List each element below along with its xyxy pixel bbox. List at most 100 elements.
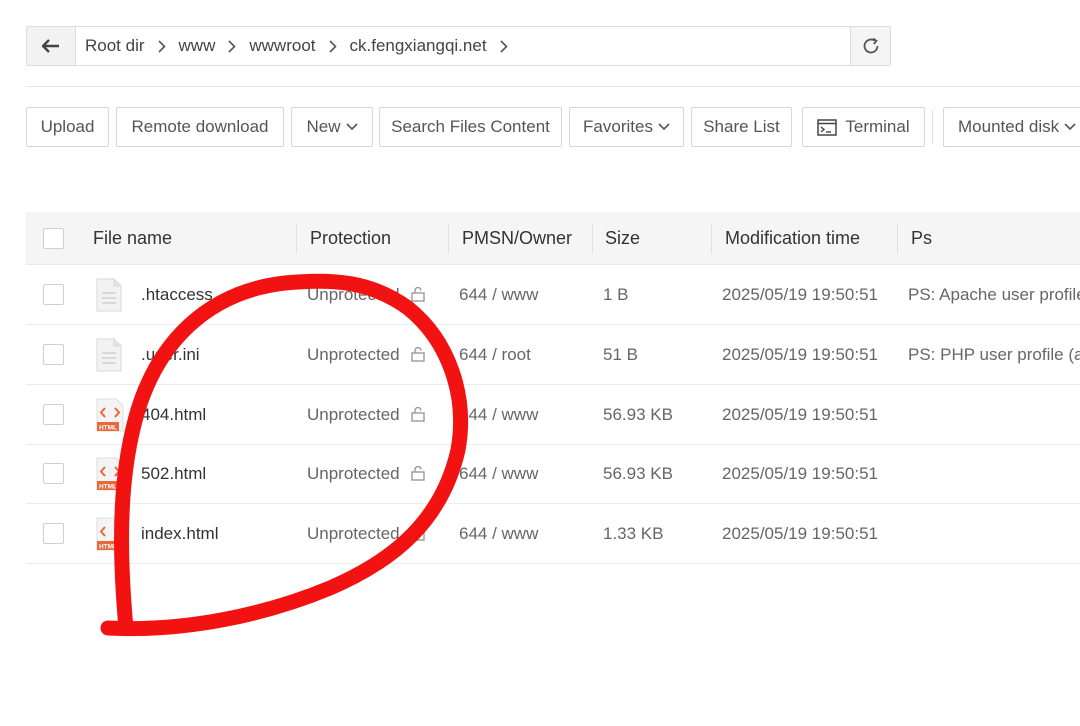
text-file-icon	[96, 325, 122, 384]
protection-status[interactable]: Unprotected	[307, 265, 426, 324]
crumb-wwwroot[interactable]: wwwroot	[248, 36, 316, 56]
file-size: 1 B	[603, 284, 629, 304]
file-name[interactable]: .user.ini	[141, 325, 200, 384]
terminal-button[interactable]: Terminal	[802, 107, 925, 147]
share-list-button[interactable]: Share List	[691, 107, 792, 147]
table-row[interactable]: HTML 502.html Unprotected 644 / www 56.93 KB…	[26, 444, 1080, 504]
file-name[interactable]: 502.html	[141, 444, 206, 503]
column-separator	[897, 224, 898, 254]
protection-label: Unprotected	[307, 344, 400, 364]
terminal-icon	[817, 118, 838, 136]
file-name[interactable]: 404.html	[141, 385, 206, 444]
text-file-icon	[96, 265, 122, 324]
chevron-right-icon	[499, 39, 508, 53]
mounted-disk-dropdown[interactable]: Mounted disk	[943, 107, 1080, 147]
refresh-icon	[863, 37, 878, 54]
unlock-icon	[410, 407, 426, 422]
modification-time: 2025/05/19 19:50:51	[722, 523, 878, 543]
modification-time: 2025/05/19 19:50:51	[722, 344, 878, 364]
path-bar: Root dir www wwwroot ck.fengxiangqi.net	[26, 26, 891, 66]
header-modification-time[interactable]: Modification time	[725, 212, 860, 265]
svg-text:HTML: HTML	[99, 483, 117, 490]
file-size: 56.93 KB	[603, 463, 673, 483]
crumb-root-dir[interactable]: Root dir	[84, 36, 146, 56]
svg-text:HTML: HTML	[99, 543, 117, 550]
chevron-down-icon	[345, 123, 358, 131]
column-separator	[711, 224, 712, 254]
chevron-right-icon	[328, 39, 337, 53]
permission-owner[interactable]: 644 / www	[459, 504, 538, 563]
header-pmsn-owner[interactable]: PMSN/Owner	[462, 212, 572, 265]
header-protection[interactable]: Protection	[310, 212, 391, 265]
crumb-www[interactable]: www	[178, 36, 217, 56]
protection-label: Unprotected	[307, 404, 400, 424]
protection-label: Unprotected	[307, 523, 400, 543]
arrow-left-icon	[42, 39, 59, 53]
row-checkbox[interactable]	[43, 504, 64, 563]
chevron-down-icon	[1064, 123, 1076, 131]
file-size: 56.93 KB	[603, 404, 673, 424]
protection-status[interactable]: Unprotected	[307, 444, 426, 503]
table-row[interactable]: HTML index.html Unprotected 644 / www 1.33 K…	[26, 504, 1080, 564]
unlock-icon	[410, 287, 426, 302]
row-checkbox[interactable]	[43, 444, 64, 503]
header-file-name[interactable]: File name	[93, 212, 172, 265]
row-checkbox[interactable]	[43, 265, 64, 324]
upload-button[interactable]: Upload	[26, 107, 109, 147]
new-label: New	[306, 117, 341, 136]
refresh-button[interactable]	[850, 27, 890, 65]
back-button[interactable]	[27, 27, 76, 65]
chevron-down-icon	[658, 123, 670, 131]
table-row[interactable]: .user.ini Unprotected 644 / root 51 B 2025/0…	[26, 325, 1080, 385]
crumb-site[interactable]: ck.fengxiangqi.net	[349, 36, 488, 56]
toolbar-separator	[932, 110, 933, 144]
select-all-checkbox[interactable]	[43, 212, 64, 265]
header-ps[interactable]: Ps	[911, 212, 932, 265]
file-name[interactable]: index.html	[141, 504, 218, 563]
ps-note[interactable]: PS: Apache user profile	[908, 265, 1080, 324]
protection-label: Unprotected	[307, 463, 400, 483]
modification-time: 2025/05/19 19:50:51	[722, 284, 878, 304]
search-files-content-button[interactable]: Search Files Content	[379, 107, 562, 147]
new-dropdown[interactable]: New	[291, 107, 373, 147]
svg-text:HTML: HTML	[99, 424, 117, 431]
column-separator	[296, 224, 297, 254]
html-file-icon: HTML	[96, 504, 124, 563]
favorites-label: Favorites	[583, 117, 653, 136]
chevron-right-icon	[228, 39, 237, 53]
file-table-header: File name Protection PMSN/Owner Size Mod…	[26, 212, 1080, 265]
remote-download-button[interactable]: Remote download	[116, 107, 284, 147]
protection-status[interactable]: Unprotected	[307, 325, 426, 384]
unlock-icon	[410, 526, 426, 541]
file-size: 1.33 KB	[603, 523, 664, 543]
permission-owner[interactable]: 644 / www	[459, 385, 538, 444]
row-checkbox[interactable]	[43, 385, 64, 444]
row-checkbox[interactable]	[43, 325, 64, 384]
permission-owner[interactable]: 644 / www	[459, 265, 538, 324]
terminal-label: Terminal	[845, 117, 910, 136]
column-separator	[592, 224, 593, 254]
chevron-right-icon	[157, 39, 166, 53]
modification-time: 2025/05/19 19:50:51	[722, 463, 878, 483]
favorites-dropdown[interactable]: Favorites	[569, 107, 684, 147]
unlock-icon	[410, 347, 426, 362]
protection-status[interactable]: Unprotected	[307, 385, 426, 444]
permission-owner[interactable]: 644 / root	[459, 325, 531, 384]
toolbar-divider	[26, 86, 1080, 87]
unlock-icon	[410, 466, 426, 481]
header-size[interactable]: Size	[605, 212, 640, 265]
permission-owner[interactable]: 644 / www	[459, 444, 538, 503]
file-name[interactable]: .htaccess	[141, 265, 213, 324]
mounted-disk-label: Mounted disk	[958, 117, 1060, 136]
modification-time: 2025/05/19 19:50:51	[722, 404, 878, 424]
ps-note[interactable]: PS: PHP user profile (a	[908, 325, 1080, 384]
table-row[interactable]: HTML 404.html Unprotected 644 / www 56.93 KB…	[26, 385, 1080, 445]
html-file-icon: HTML	[96, 385, 124, 444]
column-separator	[448, 224, 449, 254]
protection-status[interactable]: Unprotected	[307, 504, 426, 563]
breadcrumb: Root dir www wwwroot ck.fengxiangqi.net	[76, 27, 850, 65]
protection-label: Unprotected	[307, 284, 400, 304]
table-row[interactable]: .htaccess Unprotected 644 / www 1 B 2025/05/…	[26, 265, 1080, 325]
html-file-icon: HTML	[96, 444, 124, 503]
file-size: 51 B	[603, 344, 638, 364]
